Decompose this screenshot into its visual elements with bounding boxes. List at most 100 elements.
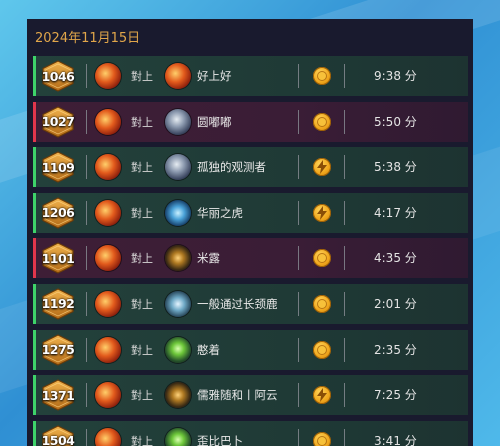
versus-label: 對上 xyxy=(131,343,153,357)
rank-badge: 1371 xyxy=(40,379,76,411)
reward-coin-icon xyxy=(313,294,331,313)
divider xyxy=(86,200,87,225)
opponent-name[interactable]: 歪比巴卜 xyxy=(197,433,297,446)
rank-badge: 1046 xyxy=(40,60,76,92)
match-duration: 4:17 分 xyxy=(374,205,417,220)
versus-label: 對上 xyxy=(131,252,153,266)
divider xyxy=(344,155,345,180)
versus-label: 對上 xyxy=(131,434,153,446)
opponent-name[interactable]: 米露 xyxy=(197,250,297,266)
reward-streak-icon xyxy=(313,386,331,405)
rank-value: 1101 xyxy=(41,250,75,266)
match-row[interactable]: 1101 對上 米露 4:35 分 xyxy=(33,238,468,279)
opponent-name[interactable]: 孤独的观测者 xyxy=(197,159,297,175)
versus-label: 對上 xyxy=(131,206,153,220)
reward-coin-icon xyxy=(313,340,331,359)
match-duration: 2:01 分 xyxy=(374,296,417,311)
divider xyxy=(86,383,87,408)
divider xyxy=(344,246,345,271)
opponent-hero-avatar xyxy=(165,336,191,363)
match-date: 2024年11月15日 xyxy=(35,31,141,46)
divider xyxy=(298,155,299,180)
versus-label: 對上 xyxy=(131,161,153,175)
versus-label: 對上 xyxy=(131,115,153,129)
rank-value: 1046 xyxy=(41,68,75,84)
match-duration: 5:38 分 xyxy=(374,160,417,175)
divider xyxy=(86,291,87,316)
versus-label: 對上 xyxy=(131,389,153,403)
match-row[interactable]: 1027 對上 圆嘟嘟 5:50 分 xyxy=(33,101,468,142)
rank-badge: 1192 xyxy=(40,288,76,320)
match-row[interactable]: 1275 對上 憨着 2:35 分 xyxy=(33,329,468,370)
divider xyxy=(344,291,345,316)
divider xyxy=(344,109,345,134)
opponent-hero-avatar xyxy=(165,382,191,409)
player-hero-avatar xyxy=(95,108,121,135)
match-duration: 9:38 分 xyxy=(374,69,417,83)
player-hero-avatar xyxy=(95,245,121,272)
divider xyxy=(86,64,87,88)
match-row[interactable]: 1504 對上 歪比巴卜 3:41 分 xyxy=(33,420,468,446)
rank-value: 1371 xyxy=(41,387,75,403)
match-row[interactable]: 1109 對上 孤独的观测者 5:38 分 xyxy=(33,147,468,188)
versus-label: 對上 xyxy=(131,70,153,83)
opponent-name[interactable]: 圆嘟嘟 xyxy=(197,114,297,130)
reward-coin-icon xyxy=(313,67,331,85)
divider xyxy=(298,246,299,271)
rank-value: 1192 xyxy=(41,296,75,312)
match-row[interactable]: 1046 對上 好上好 9:38 分 xyxy=(33,56,468,96)
opponent-name[interactable]: 好上好 xyxy=(197,68,297,84)
divider xyxy=(298,337,299,362)
player-hero-avatar xyxy=(95,63,121,89)
reward-coin-icon xyxy=(313,112,331,131)
rank-badge: 1504 xyxy=(40,425,76,446)
rank-badge: 1101 xyxy=(40,242,76,275)
reward-coin-icon xyxy=(313,249,331,268)
rank-badge: 1109 xyxy=(40,151,76,183)
match-list: 1046 對上 好上好 9:38 分 1027 對上 圆嘟嘟 5:50 分 11… xyxy=(27,56,473,446)
rank-value: 1206 xyxy=(41,205,75,221)
divider xyxy=(344,64,345,88)
rank-value: 1027 xyxy=(41,114,75,130)
rank-value: 1504 xyxy=(41,433,75,446)
divider xyxy=(86,155,87,180)
divider xyxy=(298,291,299,316)
rank-value: 1109 xyxy=(41,159,75,175)
divider xyxy=(86,109,87,134)
match-duration: 2:35 分 xyxy=(374,342,417,357)
versus-label: 對上 xyxy=(131,297,153,311)
match-row[interactable]: 1371 對上 儒雅随和丨阿云 7:25 分 xyxy=(33,375,468,416)
rank-value: 1275 xyxy=(41,342,75,358)
divider xyxy=(298,383,299,408)
divider xyxy=(86,337,87,362)
match-row[interactable]: 1192 對上 一般通过长颈鹿 2:01 分 xyxy=(33,283,468,324)
divider xyxy=(298,200,299,225)
match-duration: 4:35 分 xyxy=(374,251,417,266)
opponent-hero-avatar xyxy=(165,154,191,181)
opponent-name[interactable]: 儒雅随和丨阿云 xyxy=(197,387,297,403)
opponent-hero-avatar xyxy=(165,290,191,317)
match-row[interactable]: 1206 對上 华丽之虎 4:17 分 xyxy=(33,192,468,233)
reward-streak-icon xyxy=(313,203,331,222)
player-hero-avatar xyxy=(95,154,121,181)
reward-streak-icon xyxy=(313,158,331,177)
divider xyxy=(86,246,87,271)
rank-badge: 1206 xyxy=(40,197,76,229)
divider xyxy=(344,337,345,362)
opponent-hero-avatar xyxy=(165,199,191,226)
opponent-hero-avatar xyxy=(165,63,191,89)
player-hero-avatar xyxy=(95,290,121,317)
opponent-hero-avatar xyxy=(165,245,191,272)
opponent-hero-avatar xyxy=(165,427,191,446)
opponent-name[interactable]: 憨着 xyxy=(197,342,297,358)
rank-badge: 1027 xyxy=(40,105,76,138)
opponent-name[interactable]: 华丽之虎 xyxy=(197,205,297,221)
player-hero-avatar xyxy=(95,199,121,226)
divider xyxy=(344,428,345,446)
divider xyxy=(298,64,299,88)
match-duration: 7:25 分 xyxy=(374,388,417,403)
match-history-panel: 2024年11月15日 1046 對上 好上好 9:38 分 1027 對上 圆… xyxy=(27,19,473,446)
player-hero-avatar xyxy=(95,427,121,446)
match-duration: 3:41 分 xyxy=(374,433,417,446)
opponent-name[interactable]: 一般通过长颈鹿 xyxy=(197,296,297,312)
